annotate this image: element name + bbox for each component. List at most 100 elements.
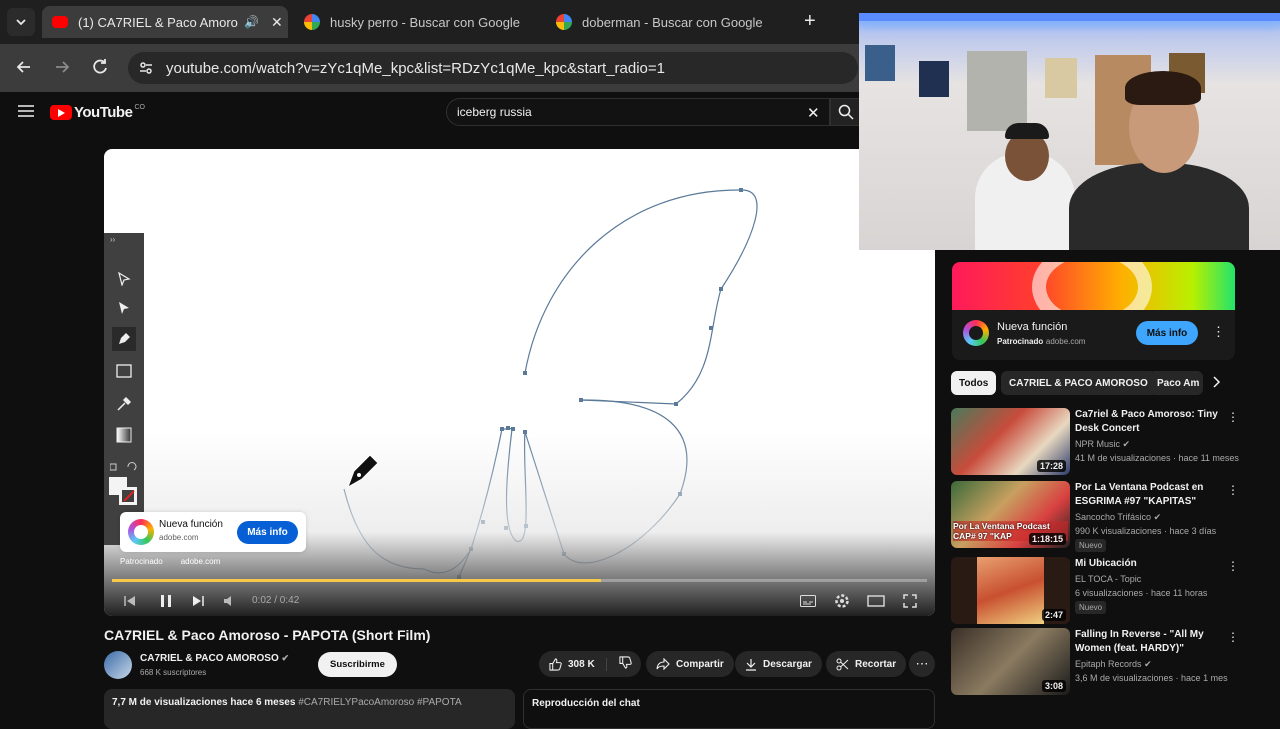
search-input[interactable]: iceberg russia ✕ <box>446 98 830 126</box>
sidebar-ad-info[interactable]: Nueva función Patrocinado · adobe.com Má… <box>952 310 1235 360</box>
share-button[interactable]: Compartir <box>646 651 734 677</box>
chip-channel[interactable]: CA7RIEL & PACO AMOROSO <box>1001 371 1156 395</box>
sidebar-ad-more-info-button[interactable]: Más info <box>1136 321 1198 345</box>
new-tab-icon[interactable]: + <box>804 10 816 33</box>
more-options-icon[interactable]: ⋮ <box>1227 559 1239 573</box>
tab-husky[interactable]: husky perro - Buscar con Google <box>294 6 540 38</box>
channel-name[interactable]: NPR Music <box>1075 439 1120 449</box>
swap-colors-icon <box>109 459 138 471</box>
chat-replay-label: Reproducción del chat <box>532 698 640 709</box>
verified-icon: ✔ <box>1144 659 1152 669</box>
forward-icon[interactable] <box>52 57 72 82</box>
progress-bar[interactable] <box>112 579 927 582</box>
like-count: 308 K <box>568 658 595 670</box>
adobe-logo-icon <box>128 519 154 545</box>
person-right <box>1069 163 1249 250</box>
back-icon[interactable] <box>14 57 34 82</box>
video-title[interactable]: Por La Ventana Podcast en ESGRIMA #97 "K… <box>1075 481 1225 509</box>
reload-icon[interactable] <box>90 57 110 82</box>
tab-title: husky perro - Buscar con Google <box>330 14 520 30</box>
selection-tool-icon <box>112 267 136 291</box>
channel-name[interactable]: EL TOCA - Topic <box>1075 574 1141 584</box>
fullscreen-icon[interactable] <box>900 591 920 611</box>
recommendation-item[interactable]: Por La Ventana Podcast CAP# 97 "KAP 1:18… <box>951 481 1251 552</box>
video-meta: 6 visualizaciones · hace 11 horas <box>1075 588 1208 598</box>
more-options-icon[interactable]: ⋮ <box>1227 630 1239 644</box>
video-duration: 3:08 <box>1041 680 1066 692</box>
video-duration: 17:28 <box>1036 460 1066 472</box>
close-tab-icon[interactable]: ✕ <box>271 14 283 31</box>
poster-2 <box>919 61 949 97</box>
previous-icon[interactable] <box>120 591 140 611</box>
recommendation-item[interactable]: 17:28 Ca7riel & Paco Amoroso: Tiny Desk … <box>951 408 1251 478</box>
share-label: Compartir <box>676 658 724 670</box>
menu-icon[interactable] <box>18 104 34 123</box>
new-badge: Nuevo <box>1075 539 1107 552</box>
sponsored-domain[interactable]: adobe.com <box>181 557 221 566</box>
next-icon[interactable] <box>188 591 208 611</box>
person-right-hair <box>1125 71 1201 105</box>
description-hashtags[interactable]: #CA7RIELYPacoAmoroso #PAPOTA <box>298 697 461 708</box>
channel-name[interactable]: CA7RIEL & PACO AMOROSO <box>140 653 279 664</box>
theater-mode-icon[interactable] <box>866 591 886 611</box>
video-meta: 3,6 M de visualizaciones · hace 1 mes <box>1075 673 1228 683</box>
download-icon <box>746 658 756 671</box>
tab-doberman[interactable]: doberman - Buscar con Google <box>546 6 792 38</box>
youtube-logo[interactable]: YouTube CO <box>50 104 145 121</box>
pause-icon[interactable] <box>156 591 176 611</box>
clip-button[interactable]: Recortar <box>826 651 907 677</box>
search-button[interactable] <box>830 98 860 126</box>
chips-next-icon[interactable] <box>1211 375 1221 394</box>
recommendation-item[interactable]: 3:08 Falling In Reverse - "All My Women … <box>951 628 1251 698</box>
poster-3 <box>967 51 1027 131</box>
more-options-icon[interactable]: ⋮ <box>1212 324 1225 340</box>
video-title[interactable]: Ca7riel & Paco Amoroso: Tiny Desk Concer… <box>1075 408 1225 436</box>
thumbs-down-icon <box>619 656 632 669</box>
site-info-icon[interactable] <box>138 60 154 80</box>
gradient-tool-icon <box>112 423 136 447</box>
channel-name[interactable]: Epitaph Records <box>1075 659 1142 669</box>
video-thumbnail[interactable]: 3:08 <box>951 628 1070 695</box>
dislike-button[interactable] <box>607 656 632 672</box>
chip-paco[interactable]: Paco Am <box>1149 371 1203 395</box>
person-left-cap <box>1005 123 1049 139</box>
video-thumbnail[interactable]: 2:47 <box>951 557 1070 624</box>
tab-youtube[interactable]: (1) CA7RIEL & Paco Amoroso 🔊 ✕ <box>42 6 288 38</box>
sidebar-ad-domain: adobe.com <box>1045 337 1086 346</box>
channel-avatar[interactable] <box>104 651 132 679</box>
volume-icon[interactable] <box>220 591 240 611</box>
chip-all[interactable]: Todos <box>951 371 997 395</box>
video-player[interactable]: ›› Nueva función adobe.com Más info Patr… <box>104 149 935 616</box>
time-display: 0:02 / 0:42 <box>252 595 300 606</box>
settings-icon[interactable] <box>832 591 852 611</box>
pen-tool-icon <box>112 327 136 351</box>
webcam-overlay <box>859 13 1280 250</box>
tab-list-button[interactable] <box>7 8 35 36</box>
more-options-icon[interactable]: ⋮ <box>1227 410 1239 424</box>
speaker-icon[interactable]: 🔊 <box>244 15 259 29</box>
like-button[interactable]: 308 K <box>539 657 607 671</box>
thumbs-up-icon <box>549 657 562 671</box>
video-thumbnail[interactable]: Por La Ventana Podcast CAP# 97 "KAP 1:18… <box>951 481 1070 548</box>
search-value: iceberg russia <box>457 105 532 119</box>
eyedropper-tool-icon <box>112 392 136 416</box>
recommendation-item[interactable]: 2:47 Mi Ubicación EL TOCA - Topic 6 visu… <box>951 557 1251 627</box>
more-options-icon[interactable]: ⋮ <box>1227 483 1239 497</box>
description-box[interactable]: 7,7 M de visualizaciones hace 6 meses #C… <box>104 689 515 729</box>
clear-search-icon[interactable]: ✕ <box>807 104 820 122</box>
sidebar-ad-domain-wrap: · adobe.com <box>1041 337 1086 346</box>
in-video-ad-card[interactable]: Nueva función adobe.com Más info <box>120 512 306 552</box>
address-bar[interactable]: youtube.com/watch?v=zYc1qMe_kpc&list=RDz… <box>128 52 858 84</box>
sidebar-ad-banner[interactable] <box>952 262 1235 310</box>
ad-domain: adobe.com <box>159 533 199 542</box>
subtitles-icon[interactable] <box>798 591 818 611</box>
video-title[interactable]: Falling In Reverse - "All My Women (feat… <box>1075 628 1225 656</box>
download-button[interactable]: Descargar <box>735 651 822 677</box>
channel-name[interactable]: Sancocho Trifásico <box>1075 512 1151 522</box>
video-title[interactable]: Mi Ubicación <box>1075 557 1225 571</box>
ad-more-info-button[interactable]: Más info <box>237 521 298 544</box>
subscribe-button[interactable]: Suscribirme <box>318 652 397 677</box>
more-actions-icon[interactable]: ⋯ <box>909 651 935 677</box>
video-thumbnail[interactable]: 17:28 <box>951 408 1070 475</box>
banner-graphic <box>1032 262 1152 310</box>
